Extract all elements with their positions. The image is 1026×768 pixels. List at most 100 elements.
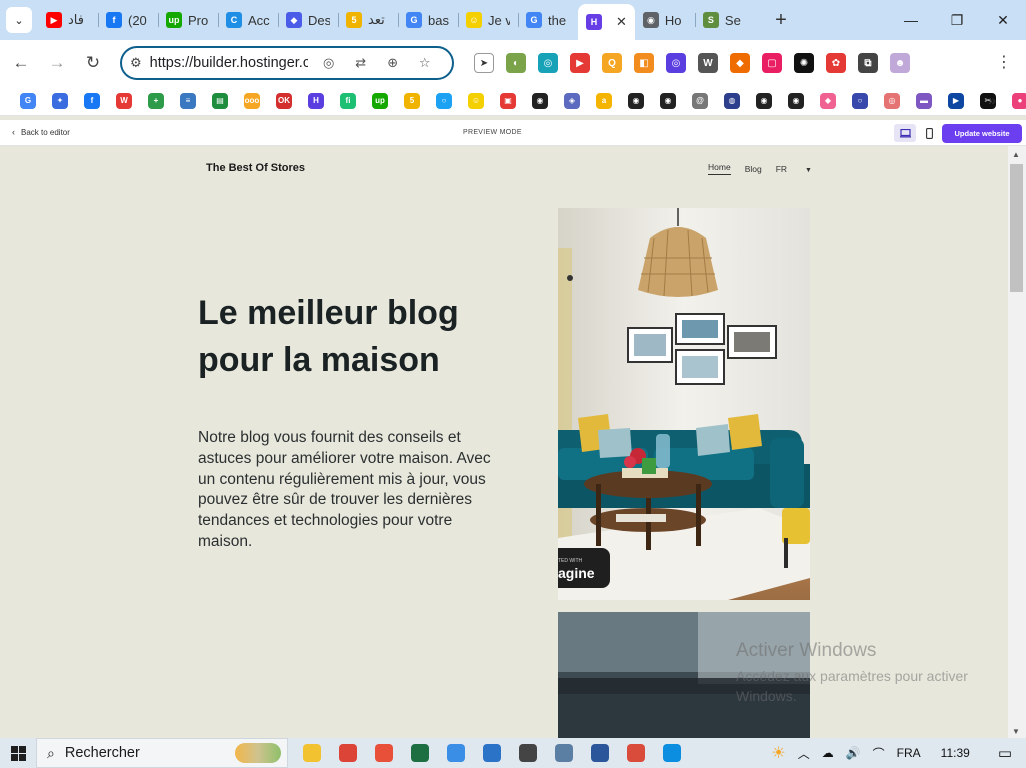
close-window-button[interactable]: ✕ bbox=[980, 0, 1026, 40]
mobile-view-icon[interactable] bbox=[918, 124, 940, 142]
profile-avatar-icon[interactable]: ☻ bbox=[890, 53, 910, 73]
new-tab-button[interactable]: + bbox=[767, 6, 795, 34]
notifications-icon[interactable]: ▭ bbox=[998, 744, 1012, 762]
excel-icon[interactable] bbox=[402, 738, 438, 768]
blob-bm-icon[interactable]: ● bbox=[1012, 92, 1026, 109]
wifi-icon[interactable]: ⌒ bbox=[873, 745, 885, 762]
ring-bm-icon[interactable]: ○ bbox=[852, 92, 868, 109]
onedrive-icon[interactable]: ☁ bbox=[822, 746, 834, 760]
nav-blog-link[interactable]: Blog bbox=[745, 164, 762, 174]
cursor-ext-icon[interactable]: ➤ bbox=[474, 53, 494, 73]
scroll-thumb[interactable] bbox=[1010, 164, 1023, 292]
address-bar[interactable]: ⚙ https://builder.hostinger.c ◎ ⇄ ⊕ ☆ bbox=[120, 46, 454, 80]
browser-tab[interactable]: C Acc bbox=[218, 4, 278, 36]
shield-bm-icon[interactable]: ◈ bbox=[564, 92, 580, 109]
frame-ext-icon[interactable]: ▢ bbox=[762, 53, 782, 73]
scroll-down-icon[interactable]: ▼ bbox=[1012, 727, 1020, 736]
circle-bm-icon[interactable]: ○ bbox=[436, 92, 452, 109]
fire-ext-icon[interactable]: ◆ bbox=[730, 53, 750, 73]
weather-icon[interactable]: ☀ bbox=[771, 743, 785, 763]
browser-tab[interactable]: up Pro bbox=[158, 4, 218, 36]
restore-button[interactable]: ❐ bbox=[934, 0, 980, 40]
site-brand[interactable]: The Best Of Stores bbox=[206, 162, 305, 174]
ooo-bm-icon[interactable]: ooo bbox=[244, 92, 260, 109]
taskbar-search[interactable]: ⌕ Rechercher bbox=[36, 738, 288, 768]
gemini-bm-icon[interactable]: ✦ bbox=[52, 92, 68, 109]
upwork-bm-icon[interactable]: up bbox=[372, 92, 388, 109]
stats-bm-icon[interactable]: ≡ bbox=[180, 92, 196, 109]
chrome-taskbar-icon[interactable] bbox=[330, 738, 366, 768]
box-ext-icon[interactable]: ◧ bbox=[634, 53, 654, 73]
update-website-button[interactable]: Update website bbox=[942, 124, 1022, 143]
five-bm-icon[interactable]: 5 bbox=[404, 92, 420, 109]
settings-taskbar-icon[interactable] bbox=[546, 738, 582, 768]
close-tab-icon[interactable]: ✕ bbox=[616, 14, 627, 30]
w-ext-icon[interactable]: W bbox=[698, 53, 718, 73]
search-ext-icon[interactable]: Q bbox=[602, 53, 622, 73]
spiral-ext-icon[interactable]: ✿ bbox=[826, 53, 846, 73]
browser-tab[interactable]: H ✕ bbox=[578, 4, 635, 40]
input-language[interactable]: FRA bbox=[897, 746, 921, 760]
flag-bm-icon[interactable]: ▬ bbox=[916, 92, 932, 109]
browser-tab[interactable]: ▶ فاد bbox=[38, 4, 98, 36]
chatgpt-ext-icon[interactable]: ✺ bbox=[794, 53, 814, 73]
browser-tab[interactable]: Gbas bbox=[398, 4, 458, 36]
pen-app-icon[interactable] bbox=[618, 738, 654, 768]
sheet-bm-icon[interactable]: ▤ bbox=[212, 92, 228, 109]
zoom-icon[interactable]: ⊕ bbox=[382, 52, 404, 74]
globe-bm-icon[interactable]: ◉ bbox=[532, 92, 548, 109]
plus-bm-icon[interactable]: + bbox=[148, 92, 164, 109]
browser-tab[interactable]: ☺ Je v bbox=[458, 4, 518, 36]
emoji-bm-icon[interactable]: ☺ bbox=[468, 92, 484, 109]
browser-tab[interactable]: f (20 bbox=[98, 4, 158, 36]
keyboard-icon[interactable] bbox=[474, 738, 510, 768]
amazon-bm-icon[interactable]: a bbox=[596, 92, 612, 109]
volume-icon[interactable]: 🔊 bbox=[846, 746, 861, 760]
edge-icon[interactable] bbox=[654, 738, 690, 768]
more-bookmarks-icon[interactable]: » bbox=[988, 92, 996, 108]
forward-button[interactable]: → bbox=[42, 48, 72, 78]
browser-tab[interactable]: S Se bbox=[694, 4, 755, 36]
back-button[interactable]: ← bbox=[6, 48, 36, 78]
desktop-view-icon[interactable] bbox=[894, 124, 916, 142]
compass-bm-icon[interactable]: ◍ bbox=[724, 92, 740, 109]
language-selector[interactable]: FR ▼ bbox=[776, 164, 826, 174]
browser-tab[interactable]: Gthe bbox=[518, 4, 578, 36]
browser-tab[interactable]: ◆ Des bbox=[278, 4, 338, 36]
facebook-bm-icon[interactable]: f bbox=[84, 92, 100, 109]
bookmark-star-icon[interactable]: ☆ bbox=[414, 52, 436, 74]
google-bm-icon[interactable]: G bbox=[20, 92, 36, 109]
paint-icon[interactable] bbox=[366, 738, 402, 768]
w-bm-icon[interactable]: W bbox=[116, 92, 132, 109]
puzzle-ext-icon[interactable]: ⧉ bbox=[858, 53, 878, 73]
file-explorer-icon[interactable] bbox=[294, 738, 330, 768]
scroll-up-icon[interactable]: ▲ bbox=[1012, 150, 1020, 159]
globe2-bm-icon[interactable]: ◉ bbox=[628, 92, 644, 109]
globe5-bm-icon[interactable]: ◉ bbox=[788, 92, 804, 109]
back-to-editor-link[interactable]: ‹ Back to editor bbox=[12, 127, 70, 137]
at-bm-icon[interactable]: @ bbox=[692, 92, 708, 109]
page-scrollbar[interactable]: ▲ ▼ bbox=[1008, 146, 1026, 738]
clock[interactable]: 11:39 bbox=[941, 746, 970, 760]
glasses-ext-icon[interactable]: ◐ bbox=[506, 53, 526, 73]
start-button[interactable] bbox=[0, 738, 36, 768]
reload-button[interactable]: ↻ bbox=[78, 48, 108, 78]
calculator-icon[interactable] bbox=[510, 738, 546, 768]
gift-bm-icon[interactable]: ▣ bbox=[500, 92, 516, 109]
robot-ext-icon[interactable]: ◎ bbox=[538, 53, 558, 73]
diamond-bm-icon[interactable]: ◆ bbox=[820, 92, 836, 109]
minimize-button[interactable]: — bbox=[888, 0, 934, 40]
url-text[interactable]: https://builder.hostinger.c bbox=[150, 55, 308, 71]
browser-menu-icon[interactable]: ⋮ bbox=[996, 52, 1012, 72]
tray-overflow-icon[interactable]: ︿ bbox=[798, 745, 810, 762]
play-bm-icon[interactable]: ▶ bbox=[948, 92, 964, 109]
record-ext-icon[interactable]: ▶ bbox=[570, 53, 590, 73]
translate-icon[interactable]: ⇄ bbox=[350, 52, 372, 74]
notepad-icon[interactable] bbox=[438, 738, 474, 768]
globe3-bm-icon[interactable]: ◉ bbox=[660, 92, 676, 109]
lens-icon[interactable]: ◎ bbox=[318, 52, 340, 74]
word-icon[interactable] bbox=[582, 738, 618, 768]
target-bm-icon[interactable]: ◎ bbox=[884, 92, 900, 109]
fiverr-bm-icon[interactable]: fi bbox=[340, 92, 356, 109]
nav-home-link[interactable]: Home bbox=[708, 162, 731, 175]
